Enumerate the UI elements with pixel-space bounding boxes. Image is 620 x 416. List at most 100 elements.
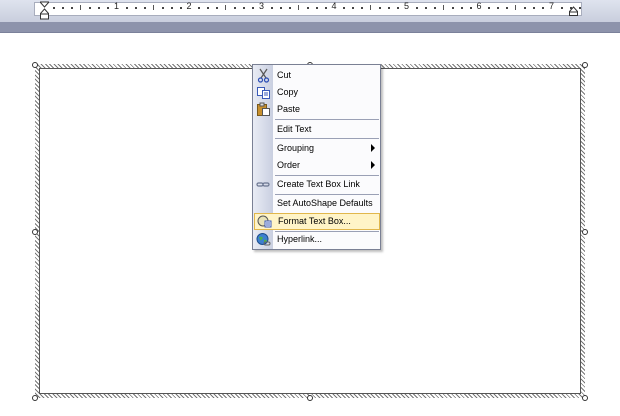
menu-item-paste[interactable]: Paste [253,101,380,118]
ruler-dot-tick [234,7,237,9]
ruler-dot-tick [542,7,545,9]
ruler-dot-tick [560,7,563,9]
ruler-dot-tick [143,7,146,9]
menu-item-order[interactable]: Order [253,157,380,174]
copy-icon [257,87,270,99]
ruler-dot-tick [288,7,291,9]
ruler-dot-tick [89,7,92,9]
menu-item-create-text-box-link-label: Create Text Box Link [277,179,360,189]
ruler-dot-tick [216,7,219,9]
left-indent-marker[interactable] [40,0,49,20]
ruler-dot-tick [306,7,309,9]
ruler-dot-tick [497,7,500,9]
resize-handle-bottom-center[interactable] [307,395,313,401]
ruler-dot-tick [451,7,454,9]
ruler-dot-tick [424,7,427,9]
ruler-dot-tick [324,7,327,9]
resize-handle-top-left[interactable] [32,62,38,68]
menu-separator [275,119,379,120]
context-menu: Cut Copy Paste Edit Text Grouping Order … [252,64,381,250]
hyperlink-globe-icon [256,233,271,246]
ruler-dot-tick [161,7,164,9]
ruler-dot-tick [243,7,246,9]
ruler-dot-tick [315,7,318,9]
submenu-arrow-icon [371,161,375,169]
ruler-dot-tick [270,7,273,9]
ruler-dot-tick [379,7,382,9]
ruler-dot-tick [533,7,536,9]
ruler-dot-tick [107,7,110,9]
ruler-dot-tick [179,7,182,9]
menu-item-cut-label: Cut [277,70,292,80]
ruler-dot-tick [98,7,101,9]
ruler-number: 1 [113,1,120,11]
resize-handle-middle-left[interactable] [32,229,38,235]
ruler-dot-tick [62,7,65,9]
resize-handle-top-right[interactable] [582,62,588,68]
menu-item-copy-label: Copy [277,87,299,97]
ruler-half-tick [152,5,154,10]
ruler-dot-tick [170,7,173,9]
scissors-icon [257,68,270,83]
ruler-dot-tick [578,7,581,9]
menu-item-cut[interactable]: Cut [253,67,380,84]
ruler-half-tick [370,5,372,10]
paste-icon [257,102,270,116]
menu-separator [275,138,379,139]
ruler-dot-tick [252,7,255,9]
ruler-number: 2 [186,1,192,11]
ruler-dot-tick [506,7,509,9]
ruler-dot-tick [433,7,436,9]
menu-item-grouping-label: Grouping [277,143,315,153]
menu-item-create-text-box-link[interactable]: Create Text Box Link [253,176,380,193]
submenu-arrow-icon [371,144,375,152]
ruler-dot-tick [343,7,346,9]
ruler-number: 7 [548,1,555,11]
ruler-dot-tick [460,7,463,9]
format-textbox-icon [257,215,272,228]
ruler-dot-tick [524,7,527,9]
menu-item-hyperlink[interactable]: Hyperlink... [253,231,380,248]
ruler-dot-tick [198,7,201,9]
menu-item-copy[interactable]: Copy [253,84,380,101]
link-icon [256,182,270,187]
resize-handle-middle-right[interactable] [582,229,588,235]
menu-item-set-autoshape-defaults[interactable]: Set AutoShape Defaults [253,195,380,212]
ruler-half-tick [225,5,227,10]
menu-item-paste-label: Paste [277,104,301,114]
menu-item-format-text-box[interactable]: Format Text Box... [254,213,380,230]
ruler-number: 5 [403,1,410,11]
ruler-dot-tick [53,7,56,9]
ruler-dot-tick [207,7,210,9]
ruler-dot-tick [125,7,128,9]
menu-item-edit-text[interactable]: Edit Text [253,121,380,138]
right-indent-marker[interactable] [569,6,578,16]
resize-handle-bottom-right[interactable] [582,395,588,401]
ruler-dot-tick [361,7,364,9]
ruler-dot-tick [488,7,491,9]
ruler-dot-tick [352,7,355,9]
ruler-half-tick [297,5,299,10]
menu-item-set-autoshape-defaults-label: Set AutoShape Defaults [277,198,373,208]
ruler-number: 6 [476,1,482,11]
ruler-half-tick [442,5,444,10]
menu-item-grouping[interactable]: Grouping [253,140,380,157]
ruler-dot-tick [279,7,282,9]
menu-item-format-text-box-label: Format Text Box... [278,216,351,226]
ruler-dot-tick [469,7,472,9]
word-document-window: 1 2 3 4 5 6 7 Cut Copy Paste Edit Text Groupin… [0,0,620,416]
ruler-dot-tick [71,7,74,9]
horizontal-ruler[interactable]: 1 2 3 4 5 6 7 [0,0,620,23]
menu-item-hyperlink-label: Hyperlink... [277,234,323,244]
ruler-dot-tick [134,7,137,9]
menu-item-order-label: Order [277,160,301,170]
ruler-number: 3 [258,1,265,11]
menu-item-edit-text-label: Edit Text [277,124,312,134]
ruler-dot-tick [415,7,418,9]
ruler-half-tick [515,5,517,10]
ruler-dot-tick [397,7,400,9]
resize-handle-bottom-left[interactable] [32,395,38,401]
ruler-dot-tick [388,7,391,9]
ruler-number: 4 [331,1,337,11]
ruler-half-tick [80,5,82,10]
